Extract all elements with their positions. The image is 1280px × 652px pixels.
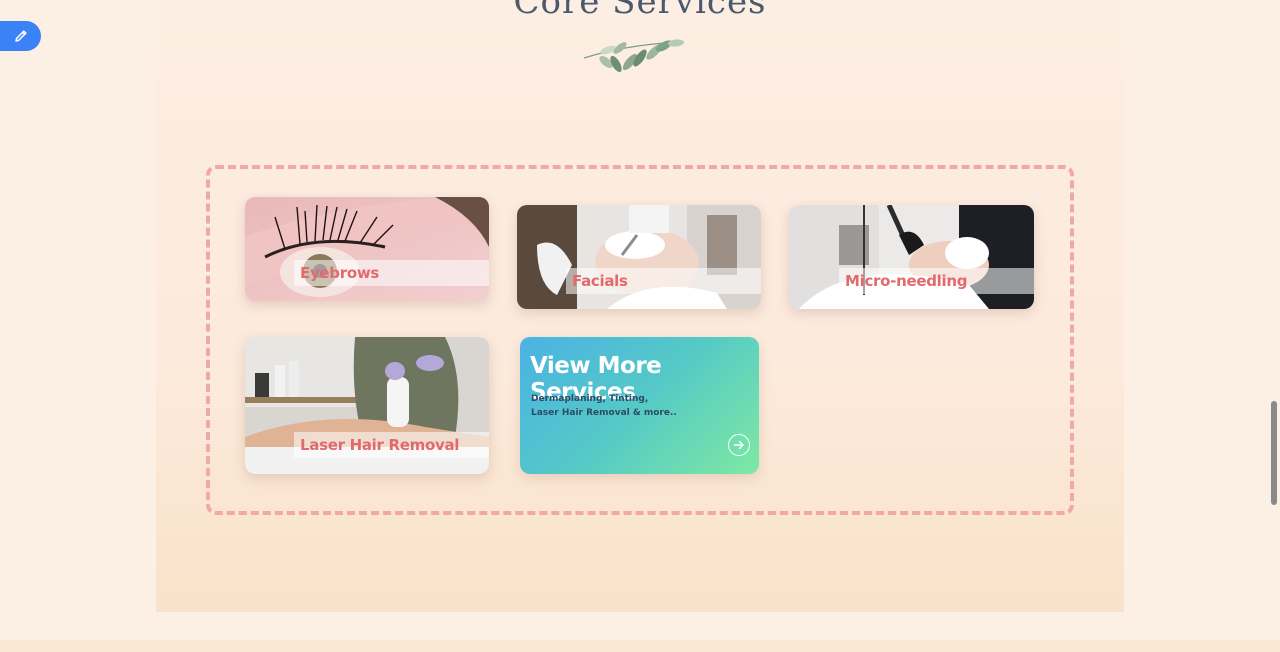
service-label-bar: Facials (566, 268, 761, 294)
service-card-facials[interactable]: Facials (517, 205, 761, 309)
view-more-services-card[interactable]: View More Services Dermaplaning, Tinting… (520, 337, 759, 474)
pencil-icon (14, 30, 27, 42)
olive-branch-icon (583, 39, 685, 73)
view-more-description: Dermaplaning, Tinting, Laser Hair Remova… (531, 392, 731, 420)
service-card-laser-hair-removal[interactable]: Laser Hair Removal (245, 337, 489, 474)
service-label-bar: Laser Hair Removal (294, 432, 489, 458)
service-label-bar: Eyebrows (294, 260, 489, 286)
section-title: Core Services (513, 0, 767, 22)
arrow-right-circle-icon[interactable] (728, 434, 750, 456)
service-label-bar: Micro-needling (839, 268, 1034, 294)
service-card-micro-needling[interactable]: Micro-needling (789, 205, 1034, 309)
view-more-description-line: Dermaplaning, Tinting, (531, 394, 649, 404)
scrollbar-thumb[interactable] (1271, 401, 1277, 505)
service-label: Facials (572, 272, 628, 290)
arrow-right-icon (733, 440, 744, 450)
service-label: Laser Hair Removal (300, 436, 460, 454)
service-label: Eyebrows (300, 264, 380, 282)
view-more-description-line: Laser Hair Removal & more.. (531, 408, 677, 418)
edit-button[interactable] (0, 21, 41, 51)
service-card-eyebrows[interactable]: Eyebrows (245, 197, 489, 301)
service-label: Micro-needling (845, 272, 968, 290)
footer-edge (0, 640, 1280, 652)
